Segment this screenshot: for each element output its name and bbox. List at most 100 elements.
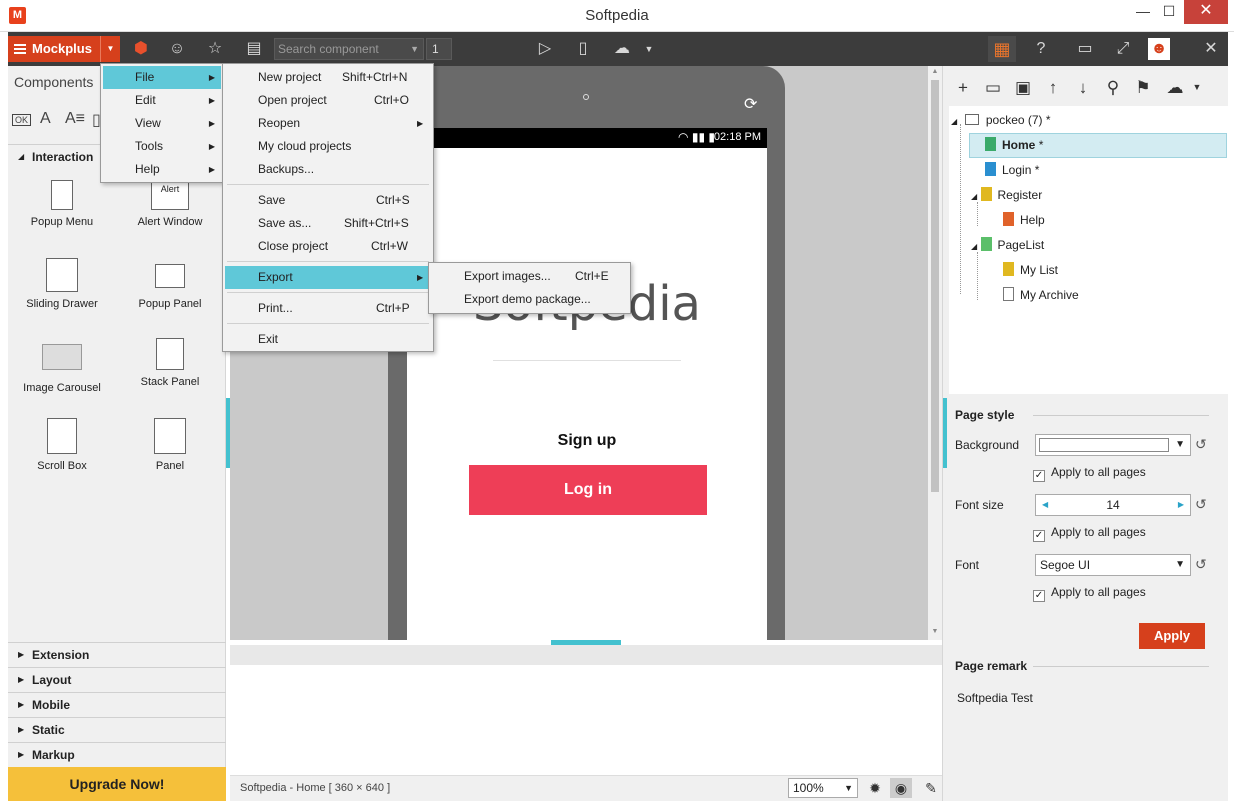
panel-splitter[interactable] [226,398,230,468]
menu-item-edit[interactable]: Edit ▶ [103,89,221,112]
component-image-carousel[interactable]: Image Carousel [8,338,116,394]
menu-item-exit[interactable]: Exit [225,328,431,351]
canvas-scrollbar[interactable]: ▲ ▼ [928,66,942,640]
mockplus-menu-button[interactable]: Mockplus ▼ [8,36,120,62]
tree-item-home[interactable]: Home * [985,133,1043,157]
flag-icon[interactable]: ⚑ [1131,78,1155,98]
mobile-device-icon[interactable]: ▯ [570,37,596,61]
page-remark-text[interactable]: Softpedia Test [957,691,1033,705]
emoji-icon[interactable]: ☺ [164,37,190,61]
tree-item-my-archive[interactable]: My Archive [1003,283,1079,307]
menu-item-help[interactable]: Help ▶ [103,158,221,181]
menu-item-save-as[interactable]: Save as... Shift+Ctrl+S [225,212,431,235]
chevron-down-icon[interactable]: ▼ [636,37,662,61]
component-alert-window[interactable]: Alert Alert Window [116,180,224,228]
menu-item-tools[interactable]: Tools ▶ [103,135,221,158]
section-static[interactable]: ▶ Static [8,717,226,741]
eye-icon[interactable]: ◉ [890,778,912,798]
signup-label[interactable]: Sign up [407,432,767,450]
sun-icon[interactable]: ✹ [864,778,886,798]
apply-all-font-size-checkbox[interactable]: ✓ Apply to all pages [1033,525,1146,542]
menu-item-backups[interactable]: Backups... [225,158,431,181]
scroll-down-icon[interactable]: ▼ [928,628,942,635]
play-icon[interactable]: ▷ [532,37,558,61]
section-extension[interactable]: ▶ Extension [8,642,226,666]
avatar[interactable]: ☻ [1148,38,1170,60]
reset-icon[interactable]: ↺ [1195,496,1207,513]
scrollbar-thumb[interactable] [931,80,939,492]
tree-item-register[interactable]: ◢ Register [971,183,1042,207]
component-stack-panel[interactable]: Stack Panel [116,338,224,388]
apply-button[interactable]: Apply [1139,623,1205,649]
component-scroll-box[interactable]: Scroll Box [8,418,116,472]
grid-view-icon[interactable]: ▦ [988,36,1016,62]
tree-item-my-list[interactable]: My List [1003,258,1058,282]
tree-item-help[interactable]: Help [1003,208,1045,232]
section-markup[interactable]: ▶ Markup [8,742,226,766]
arrow-down-icon[interactable]: ↓ [1071,78,1095,98]
menu-item-export-demo-package[interactable]: Export demo package... [431,288,628,311]
panel-splitter[interactable] [943,398,947,468]
reset-icon[interactable]: ↺ [1195,436,1207,453]
zoom-select[interactable]: 100% ▼ [788,778,858,798]
menu-item-save[interactable]: Save Ctrl+S [225,189,431,212]
cube-icon[interactable]: ⬢ [128,37,154,61]
menu-item-reopen[interactable]: Reopen ▶ [225,112,431,135]
tab-components[interactable]: Components [8,70,100,94]
minimize-button[interactable]: — [1130,0,1156,24]
apply-all-font-checkbox[interactable]: ✓ Apply to all pages [1033,585,1146,602]
component-popup-panel[interactable]: Popup Panel [116,258,224,310]
search-icon[interactable]: ⚲ [1101,78,1125,98]
chevron-down-icon[interactable]: ▼ [100,36,120,62]
menu-item-export[interactable]: Export ▶ [225,266,431,289]
maximize-button[interactable]: ☐ [1156,0,1182,24]
phone-screen[interactable]: ◠ ▮▮ ▮ 02:18 PM Softpedia Sign up Log in [407,128,767,640]
menu-item-export-images[interactable]: Export images... Ctrl+E [431,265,628,288]
font-select[interactable]: Segoe UI ▼ [1035,554,1191,576]
star-icon[interactable]: ☆ [202,37,228,61]
notes-area[interactable] [230,645,942,775]
menu-item-close-project[interactable]: Close project Ctrl+W [225,235,431,258]
cloud-icon[interactable]: ☁ [1163,78,1187,98]
tree-item-pagelist[interactable]: ◢ PageList [971,233,1044,257]
wrench-icon[interactable]: ✎ [920,778,942,798]
page-number-input[interactable]: 1 [426,38,452,60]
menu-item-view[interactable]: View ▶ [103,112,221,135]
fullscreen-icon[interactable]: ⤢ [1110,37,1136,61]
tree-item-login[interactable]: Login * [985,158,1039,182]
menu-item-new-project[interactable]: New project Shift+Ctrl+N [225,66,431,89]
panel-icon[interactable]: ▤ [241,37,267,61]
add-page-icon[interactable]: + [951,78,975,98]
text-component-icon[interactable]: A [40,110,51,128]
search-component-input[interactable]: Search component ▼ [274,38,424,60]
reset-icon[interactable]: ↺ [1195,556,1207,573]
chevron-down-icon[interactable]: ▼ [1185,82,1209,92]
apply-all-background-checkbox[interactable]: ✓ Apply to all pages [1033,465,1146,482]
upgrade-button[interactable]: Upgrade Now! [8,767,226,801]
component-panel[interactable]: Panel [116,418,224,472]
help-icon[interactable]: ? [1028,37,1054,61]
chevron-down-icon[interactable]: ▼ [410,39,419,59]
menu-item-print[interactable]: Print... Ctrl+P [225,297,431,320]
close-window-button[interactable]: ✕ [1184,0,1228,24]
scroll-up-icon[interactable]: ▲ [928,68,942,75]
paragraph-component-icon[interactable]: A≡ [65,110,85,128]
component-sliding-drawer[interactable]: Sliding Drawer [8,258,116,310]
arrow-up-icon[interactable]: ↑ [1041,78,1065,98]
menu-item-my-cloud-projects[interactable]: My cloud projects [225,135,431,158]
increment-icon[interactable]: ▶ [1178,495,1184,515]
font-size-stepper[interactable]: ◀ 14 ▶ [1035,494,1191,516]
section-layout[interactable]: ▶ Layout [8,667,226,691]
button-component-icon[interactable]: OK [12,114,32,126]
section-mobile[interactable]: ▶ Mobile [8,692,226,716]
close-icon[interactable]: ✕ [1198,37,1224,61]
decrement-icon[interactable]: ◀ [1042,495,1048,515]
menu-item-open-project[interactable]: Open project Ctrl+O [225,89,431,112]
save-icon[interactable]: ▣ [1011,78,1035,98]
window-mode-icon[interactable]: ▭ [1072,37,1098,61]
login-button[interactable]: Log in [469,465,707,515]
background-color-select[interactable]: ▼ [1035,434,1191,456]
rotate-icon[interactable]: ⟳ [744,94,757,114]
component-popup-menu[interactable]: Popup Menu [8,180,116,228]
folder-icon[interactable]: ▭ [981,78,1005,98]
